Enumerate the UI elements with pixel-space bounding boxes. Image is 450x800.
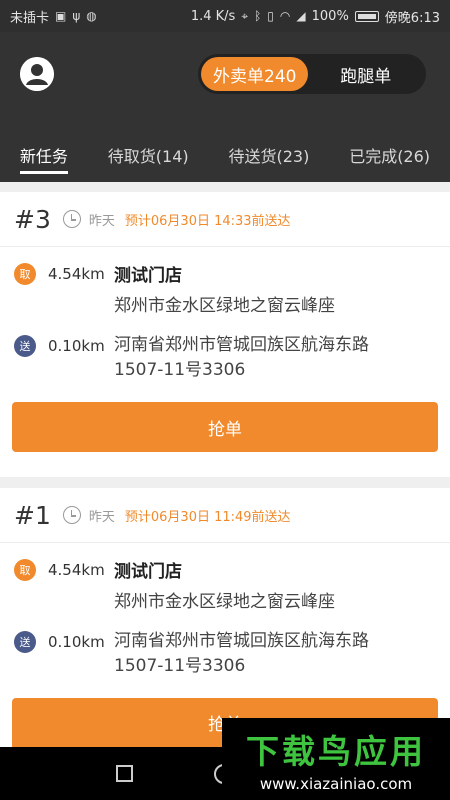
delivery-distance: 0.10km: [48, 337, 105, 355]
recent-apps-icon[interactable]: [116, 765, 133, 782]
pickup-row: 取 4.54km 测试门店 郑州市金水区绿地之窗云峰座: [0, 261, 450, 319]
status-bar: 未插卡 ▣ ψ ◍ 1.4 K/s ⌖ ᛒ ▯ ◠ ◢ 100% 傍晚6:13: [0, 0, 450, 32]
notification-icon: ▣: [55, 9, 67, 23]
delivery-deadline: 预计06月30日 11:49前送达: [124, 509, 291, 525]
delivery-badge: 送: [14, 335, 36, 357]
pickup-row: 取 4.54km 测试门店 郑州市金水区绿地之窗云峰座: [0, 557, 450, 615]
errand-order-tab[interactable]: 跑腿单: [308, 57, 423, 91]
takeout-order-tab[interactable]: 外卖单240: [201, 57, 309, 91]
tab-pending-delivery[interactable]: 待送货(23): [228, 127, 309, 182]
pickup-address: 郑州市金水区绿地之窗云峰座: [114, 592, 335, 612]
location-icon: ⌖: [241, 8, 249, 23]
order-card-header: #1 昨天 预计06月30日 11:49前送达: [0, 488, 450, 543]
carrier-text: 未插卡: [10, 10, 50, 26]
order-card: #3 昨天 预计06月30日 14:33前送达 取 4.54km 测试门店 郑州…: [0, 192, 450, 477]
grab-order-button[interactable]: 抢单: [12, 402, 438, 452]
usb-icon: ψ: [72, 9, 81, 23]
watermark-logo: 下载鸟应用 www.xiazainiao.com: [222, 718, 450, 800]
order-number: #3: [14, 204, 51, 234]
order-day: 昨天: [88, 213, 115, 229]
signal-icon: ◢: [296, 9, 306, 23]
pickup-badge: 取: [14, 263, 36, 285]
bluetooth-icon: ᛒ: [254, 9, 262, 23]
order-card-header: #3 昨天 预计06月30日 14:33前送达: [0, 192, 450, 247]
delivery-address-line1: 河南省郑州市管城回族区航海东路: [114, 631, 369, 651]
pickup-distance: 4.54km: [48, 561, 105, 579]
tab-completed[interactable]: 已完成(26): [349, 127, 430, 182]
store-name: 测试门店: [114, 562, 182, 582]
user-avatar-icon[interactable]: [20, 57, 54, 91]
pickup-address: 郑州市金水区绿地之窗云峰座: [114, 296, 335, 316]
delivery-distance: 0.10km: [48, 633, 105, 651]
delivery-badge: 送: [14, 631, 36, 653]
delivery-address-line2: 1507-11号3306: [114, 656, 246, 676]
battery-icon: [354, 10, 379, 22]
delivery-address-line1: 河南省郑州市管城回族区航海东路: [114, 335, 369, 355]
pickup-distance: 4.54km: [48, 265, 105, 283]
pickup-badge: 取: [14, 559, 36, 581]
network-speed: 1.4 K/s: [190, 8, 236, 24]
vibrate-icon: ▯: [267, 9, 274, 23]
tab-new-tasks[interactable]: 新任务: [19, 127, 68, 182]
store-name: 测试门店: [114, 266, 182, 286]
delivery-row: 送 0.10km 河南省郑州市管城回族区航海东路 1507-11号3306: [0, 333, 450, 383]
order-type-switch: 外卖单240 跑腿单: [198, 54, 426, 94]
watermark-title: 下载鸟应用: [246, 732, 426, 771]
wifi-icon: ◠: [279, 9, 291, 23]
app-icon: ◍: [86, 9, 97, 23]
order-card: #1 昨天 预计06月30日 11:49前送达 取 4.54km 测试门店 郑州…: [0, 488, 450, 747]
clock-icon: [62, 210, 81, 228]
clock-time: 傍晚6:13: [384, 10, 440, 26]
delivery-deadline: 预计06月30日 14:33前送达: [124, 213, 291, 229]
task-tabs: 新任务 待取货(14) 待送货(23) 已完成(26): [0, 127, 450, 182]
order-number: #1: [14, 500, 51, 530]
watermark-url: www.xiazainiao.com: [259, 775, 413, 793]
delivery-address-line2: 1507-11号3306: [114, 360, 246, 380]
order-day: 昨天: [88, 509, 115, 525]
battery-percent: 100%: [311, 8, 349, 24]
clock-icon: [62, 506, 81, 524]
delivery-row: 送 0.10km 河南省郑州市管城回族区航海东路 1507-11号3306: [0, 629, 450, 679]
tab-pending-pickup[interactable]: 待取货(14): [108, 127, 189, 182]
app-header: 外卖单240 跑腿单 新任务 待取货(14) 待送货(23) 已完成(26): [0, 32, 450, 182]
